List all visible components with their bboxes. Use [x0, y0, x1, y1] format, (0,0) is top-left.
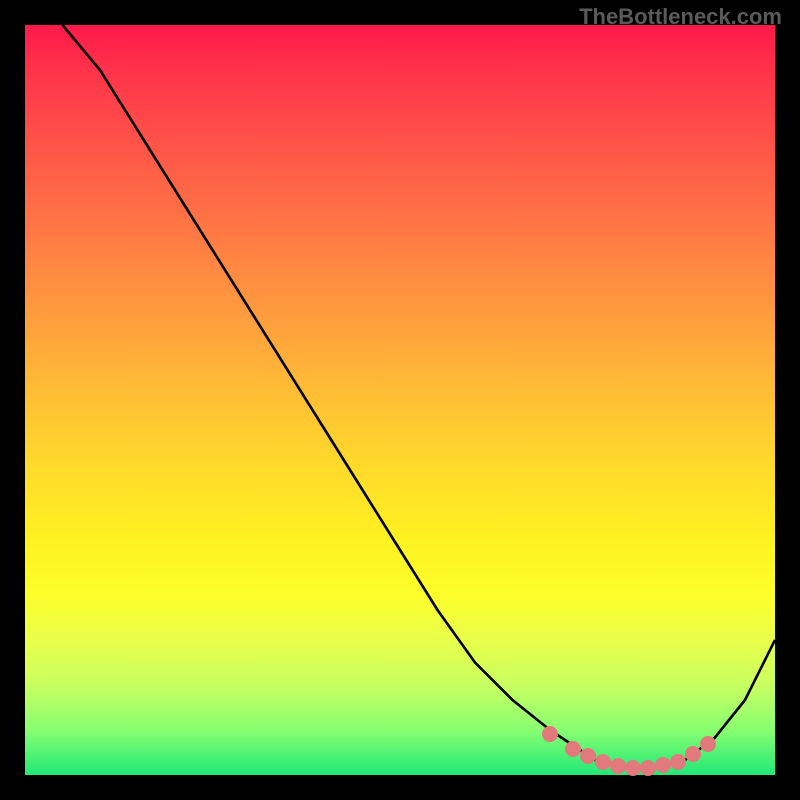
attribution-text: TheBottleneck.com — [579, 4, 782, 30]
chart-plot-area — [25, 25, 775, 775]
marker-point — [625, 760, 641, 776]
marker-point — [685, 746, 701, 762]
marker-point — [610, 758, 626, 774]
marker-point — [700, 736, 716, 752]
chart-curve — [25, 25, 775, 775]
marker-point — [640, 760, 656, 776]
marker-point — [655, 757, 671, 773]
marker-point — [595, 754, 611, 770]
marker-point — [670, 754, 686, 770]
marker-point — [542, 726, 558, 742]
marker-point — [565, 741, 581, 757]
marker-point — [580, 748, 596, 764]
